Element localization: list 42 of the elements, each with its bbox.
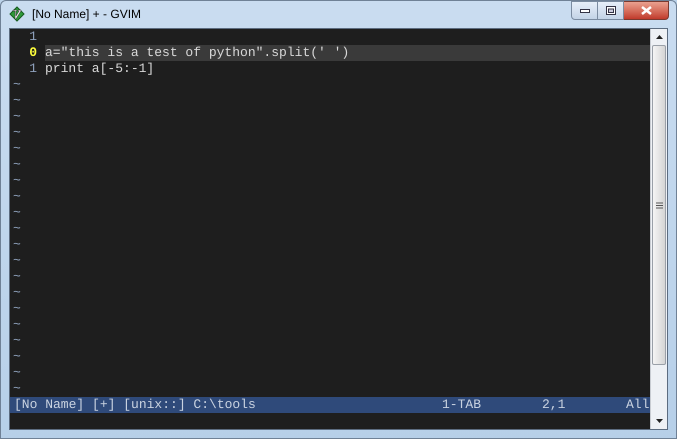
scrollbar[interactable] <box>650 29 667 429</box>
empty-line-marker: ~ <box>13 157 21 172</box>
scroll-thumb[interactable] <box>652 45 666 365</box>
code-line: print a[-5:-1] <box>45 61 156 77</box>
empty-line-marker: ~ <box>13 349 21 364</box>
grip-icon <box>656 202 663 208</box>
scroll-up-icon[interactable] <box>656 35 663 39</box>
empty-line-marker: ~ <box>13 317 21 332</box>
empty-line-marker: ~ <box>13 141 21 156</box>
empty-line-marker: ~ <box>13 365 21 380</box>
empty-line-marker: ~ <box>13 269 21 284</box>
empty-line-marker: ~ <box>13 189 21 204</box>
status-file-info: [No Name] [+] [unix::] C:\tools <box>14 397 256 412</box>
status-scroll: All <box>626 397 650 412</box>
status-tab-label: 1-TAB <box>442 397 482 412</box>
empty-line-marker: ~ <box>13 125 21 140</box>
line-number: 1 <box>28 29 38 45</box>
close-icon <box>640 6 652 15</box>
empty-line-marker: ~ <box>13 173 21 188</box>
vim-logo-icon <box>9 6 25 22</box>
empty-line-marker: ~ <box>13 285 21 300</box>
minimize-icon <box>580 8 590 12</box>
maximize-button[interactable] <box>598 1 624 20</box>
empty-line-marker: ~ <box>13 221 21 236</box>
status-position: 2,1 <box>542 397 566 412</box>
empty-line-marker: ~ <box>13 205 21 220</box>
line-number: 0 <box>28 45 38 61</box>
scroll-down-icon[interactable] <box>656 419 663 423</box>
minimize-button[interactable] <box>571 1 598 20</box>
line-number: 1 <box>28 61 38 77</box>
empty-line-marker: ~ <box>13 333 21 348</box>
maximize-icon <box>606 6 616 15</box>
empty-line-marker: ~ <box>13 77 21 92</box>
empty-line-marker: ~ <box>13 301 21 316</box>
empty-line-marker: ~ <box>13 109 21 124</box>
close-button[interactable] <box>624 1 669 20</box>
empty-line-marker: ~ <box>13 253 21 268</box>
editor-area[interactable]: 1 0 a="this is a test of python".split(' ') 1 print a[-5:-1] ~ ~ ~ ~ ~ ~ ~ ~ ~ ~ ~ ~ ~ ~ ~ ~ ~ ~ ~ ~ [No Name] [+] [unix::] C:\tools 1-TAB 2,1 All <box>10 29 650 429</box>
empty-line-marker: ~ <box>13 93 21 108</box>
empty-line-marker: ~ <box>13 381 21 396</box>
empty-line-marker: ~ <box>13 237 21 252</box>
window-title: [No Name] + - GVIM <box>32 6 142 22</box>
